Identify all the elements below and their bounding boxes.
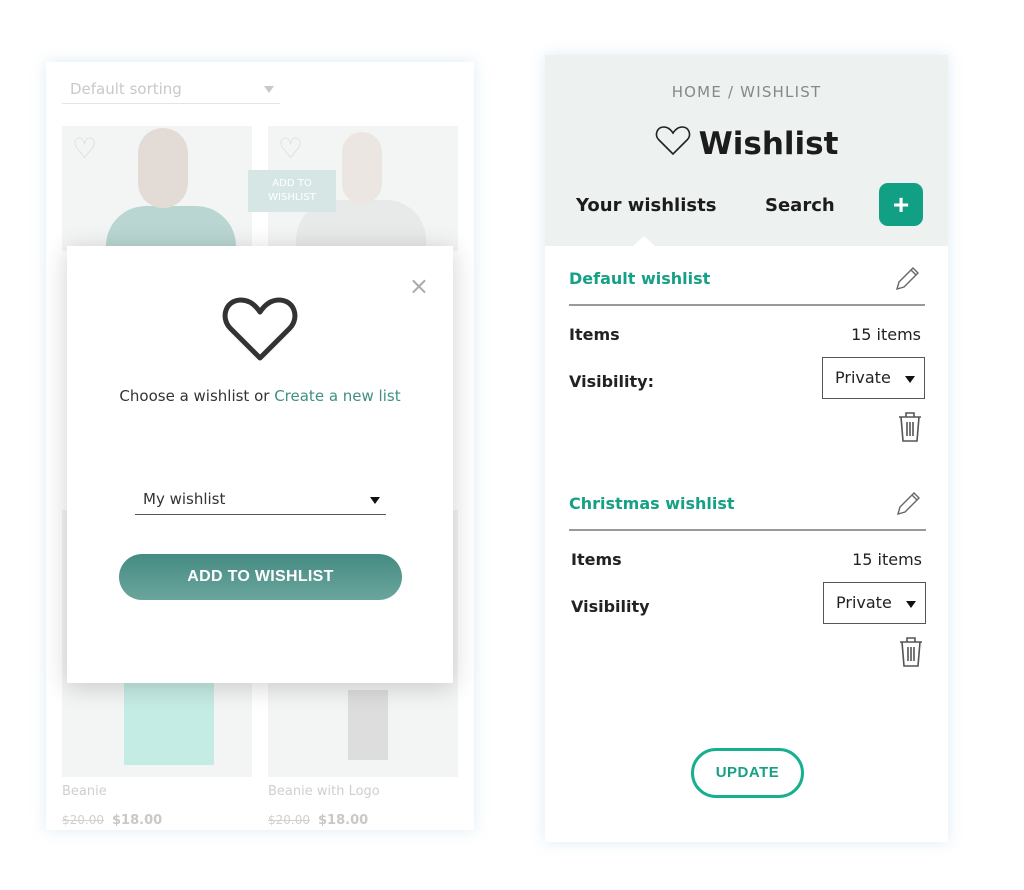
update-button[interactable]: UPDATE	[691, 748, 804, 798]
wishlist-select[interactable]: My wishlist	[135, 486, 386, 515]
tab-search[interactable]: Search	[765, 195, 835, 216]
product-name[interactable]: Beanie with Logo	[268, 784, 380, 799]
wishlist-panel: HOME / WISHLIST Wishlist Your wishlists …	[545, 55, 948, 842]
pencil-icon[interactable]	[894, 490, 922, 518]
visibility-label: Visibility:	[569, 372, 654, 391]
close-icon[interactable]: ×	[409, 272, 429, 300]
add-to-wishlist-tooltip: ADD TO WISHLIST	[248, 170, 336, 212]
caret-down-icon	[370, 497, 380, 504]
caret-down-icon	[905, 376, 915, 383]
add-to-wishlist-modal: × Choose a wishlist or Create a new list…	[67, 246, 453, 683]
wishlist-card: Default wishlist Items 15 items Visibili…	[569, 267, 925, 442]
add-wishlist-button[interactable]: +	[879, 183, 923, 226]
create-list-link[interactable]: Create a new list	[274, 387, 400, 405]
active-tab-indicator	[633, 236, 655, 246]
tab-your-wishlists[interactable]: Your wishlists	[576, 195, 716, 216]
caret-down-icon	[906, 601, 916, 608]
selected-wishlist: My wishlist	[143, 490, 226, 508]
old-price: $20.00	[62, 813, 104, 827]
items-count: 15 items	[852, 550, 922, 569]
product-card: Beanie with Logo $20.00 $18.00	[268, 784, 380, 828]
pencil-icon[interactable]	[893, 265, 921, 293]
heart-icon[interactable]: ♡	[72, 132, 97, 165]
trash-icon[interactable]	[897, 411, 923, 443]
sorting-value: Default sorting	[70, 80, 182, 98]
visibility-value: Private	[835, 368, 891, 387]
items-label: Items	[571, 550, 622, 569]
visibility-select[interactable]: Private	[823, 582, 926, 624]
heart-icon	[222, 297, 298, 361]
price: $18.00	[318, 813, 369, 828]
add-to-wishlist-button[interactable]: ADD TO WISHLIST	[119, 554, 402, 600]
wishlist-card: Christmas wishlist Items 15 items Visibi…	[569, 492, 926, 667]
modal-prompt: Choose a wishlist or Create a new list	[107, 380, 413, 413]
page-title: Wishlist	[545, 125, 948, 162]
chevron-down-icon	[264, 86, 274, 93]
visibility-select[interactable]: Private	[822, 357, 925, 399]
sorting-select[interactable]: Default sorting	[62, 78, 280, 104]
items-label: Items	[569, 325, 620, 344]
product-image[interactable]: ♡	[62, 126, 252, 251]
wishlist-name[interactable]: Default wishlist	[569, 269, 925, 288]
heart-icon[interactable]: ♡	[278, 132, 303, 165]
title-text: Wishlist	[698, 126, 839, 162]
old-price: $20.00	[268, 813, 310, 827]
wishlist-name[interactable]: Christmas wishlist	[569, 494, 926, 513]
items-count: 15 items	[851, 325, 921, 344]
heart-icon	[655, 126, 690, 156]
product-card: Beanie $20.00 $18.00	[62, 784, 162, 828]
product-name[interactable]: Beanie	[62, 784, 162, 799]
price: $18.00	[112, 813, 163, 828]
trash-icon[interactable]	[898, 636, 924, 668]
prompt-text: Choose a wishlist or	[119, 387, 275, 405]
breadcrumb[interactable]: HOME / WISHLIST	[545, 83, 948, 101]
visibility-label: Visibility	[571, 597, 650, 616]
visibility-value: Private	[836, 593, 892, 612]
